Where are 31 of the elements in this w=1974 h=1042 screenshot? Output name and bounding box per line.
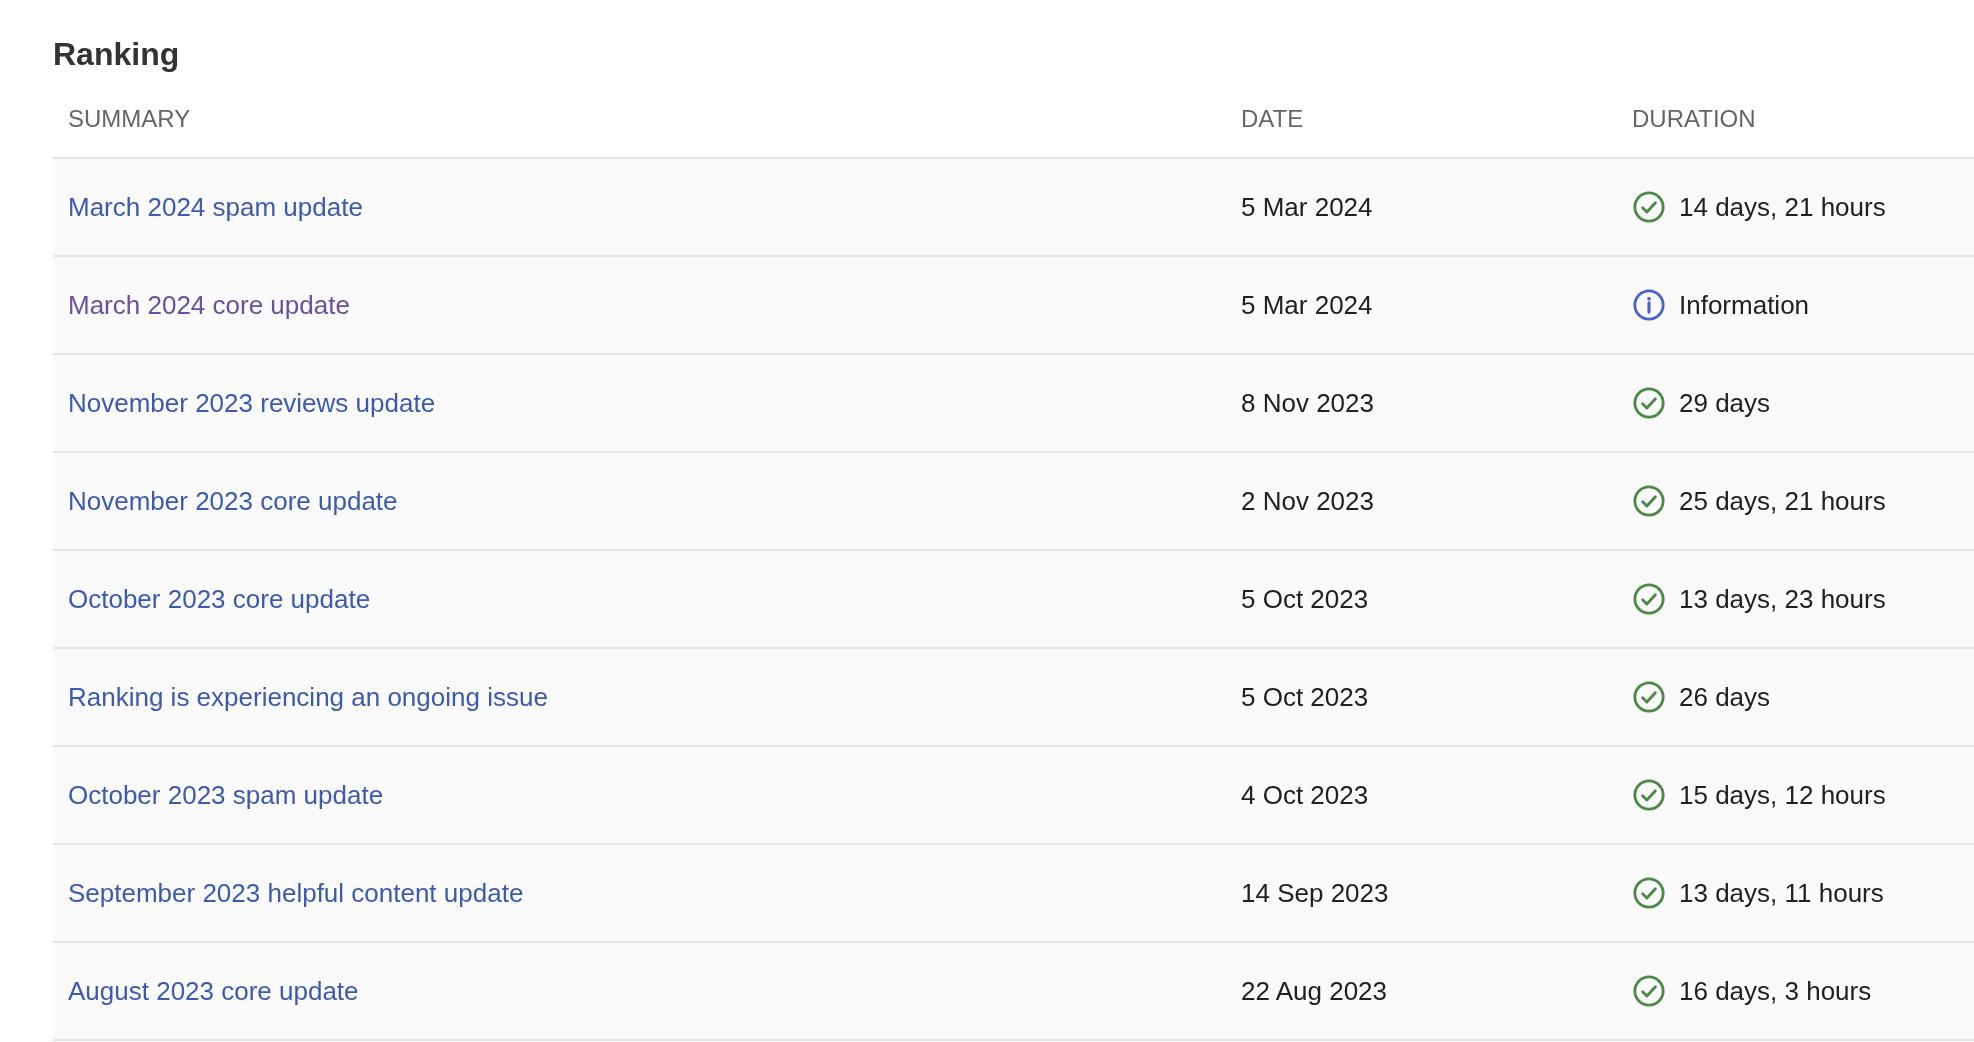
duration-text: 25 days, 21 hours [1679, 484, 1886, 518]
duration-text: 13 days, 11 hours [1679, 876, 1884, 910]
duration-text: 13 days, 23 hours [1679, 582, 1886, 616]
duration-text: 29 days [1679, 386, 1771, 420]
incident-link[interactable]: August 2023 core update [68, 975, 359, 1006]
duration-text: 26 days [1679, 680, 1771, 714]
column-header: DATE [1240, 103, 1304, 134]
section-title: Ranking [53, 35, 181, 74]
incident-link[interactable]: September 2023 helpful content update [68, 877, 524, 908]
date-text: 5 Mar 2024 [1241, 191, 1373, 222]
incident-link[interactable]: November 2023 core update [68, 485, 398, 516]
column-header: DURATION [1631, 103, 1756, 134]
incident-link[interactable]: November 2023 reviews update [68, 387, 436, 418]
date-text: 5 Oct 2023 [1241, 583, 1369, 614]
date-text: 2 Nov 2023 [1241, 485, 1374, 516]
incident-link[interactable]: March 2024 core update [68, 289, 350, 320]
date-text: 8 Nov 2023 [1241, 387, 1374, 418]
incident-link[interactable]: March 2024 spam update [68, 191, 363, 222]
column-header: SUMMARY [67, 103, 191, 134]
date-text: 14 Sep 2023 [1241, 877, 1389, 908]
duration-text: 14 days, 21 hours [1679, 190, 1886, 224]
date-text: 5 Mar 2024 [1241, 289, 1373, 320]
duration-text: Information [1679, 288, 1810, 322]
date-text: 4 Oct 2023 [1241, 779, 1369, 810]
incident-link[interactable]: October 2023 core update [68, 583, 371, 614]
incident-link[interactable]: October 2023 spam update [68, 779, 384, 810]
duration-text: 15 days, 12 hours [1679, 778, 1886, 812]
date-text: 5 Oct 2023 [1241, 681, 1369, 712]
incident-link[interactable]: Ranking is experiencing an ongoing issue [68, 681, 548, 712]
duration-text: 16 days, 3 hours [1679, 974, 1872, 1008]
date-text: 22 Aug 2023 [1241, 975, 1388, 1006]
